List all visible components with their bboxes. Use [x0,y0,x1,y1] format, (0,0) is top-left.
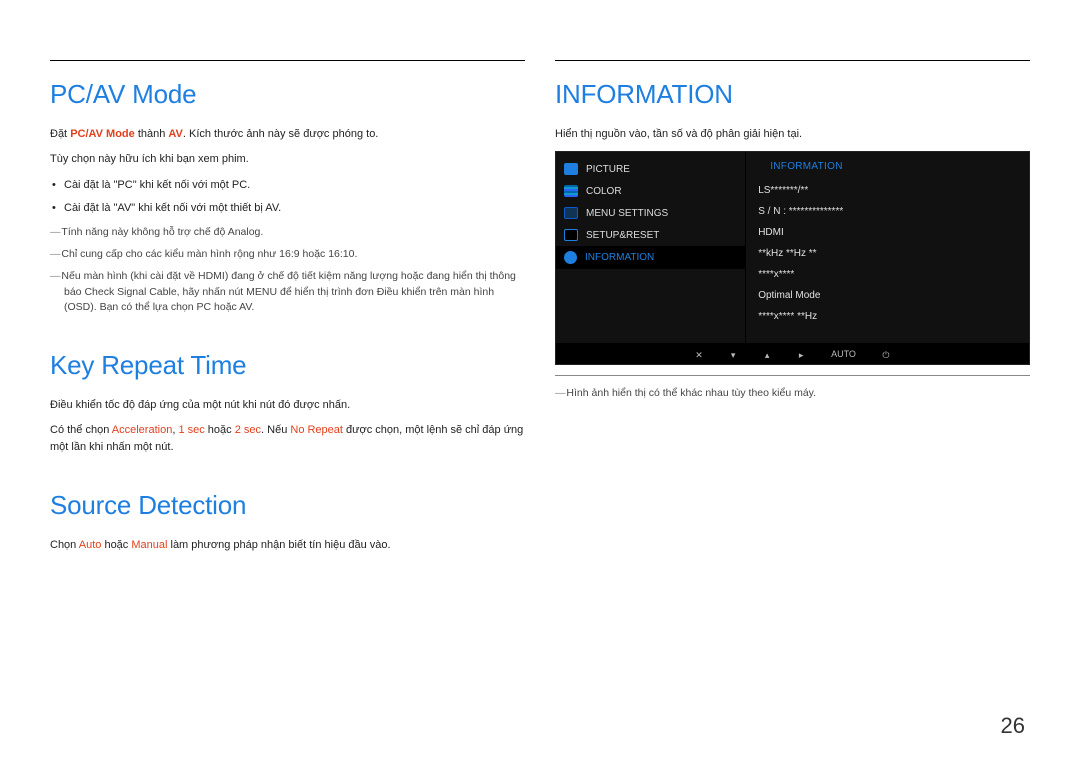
footnote-wide: Chỉ cung cấp cho các kiểu màn hình rộng … [50,247,525,263]
osd-label-information: INFORMATION [585,252,654,263]
info-icon [564,251,577,264]
txt: khi kết nối với một PC. [137,179,251,191]
highlight-2sec: 2 sec [235,424,261,436]
osd-info-line-4: **kHz **Hz ** [758,245,1019,262]
highlight-acceleration: Acceleration [112,424,173,436]
osd-info-line-8: ****x**** **Hz [758,308,1019,325]
pcav-para1: Đặt PC/AV Mode thành AV. Kích thước ảnh … [50,126,525,143]
osd-label-picture: PICTURE [586,164,630,175]
picture-icon [564,163,578,175]
txt: . Nếu [261,424,290,436]
section-information: INFORMATION Hiển thị nguồn vào, tần số v… [555,79,1030,401]
osd-label-setup-reset: SETUP&RESET [586,230,659,241]
info-desc: Hiển thị nguồn vào, tần số và độ phân gi… [555,126,1030,143]
highlight-pc-value: "PC" [114,179,137,191]
highlight-pcav: PC/AV Mode [70,128,135,140]
osd-sidebar: PICTURE COLOR MENU SETTINGS SETUP&R [556,152,745,343]
osd-label-menu-settings: MENU SETTINGS [586,208,668,219]
down-icon: ▾ [729,350,737,358]
txt: thành [135,128,169,140]
bullet-av: Cài đặt là "AV" khi kết nối với một thiế… [64,199,525,218]
txt: hoặc [205,424,235,436]
osd-info-line-3: HDMI [758,224,1019,241]
osd-info-line-1: S / N : ************** [758,203,1019,220]
osd-header: INFORMATION [758,158,1019,178]
osd-footer: ✕ ▾ ▴ ▸ AUTO ⏻ [556,345,1029,364]
section-pcav-mode: PC/AV Mode Đặt PC/AV Mode thành AV. Kích… [50,79,525,316]
section-source-detection: Source Detection Chọn Auto hoặc Manual l… [50,490,525,554]
right-icon: ▸ [797,350,805,358]
txt: khi kết nối với một thiết bị AV. [135,202,281,214]
txt: . Kích thước ảnh này sẽ được phóng to. [183,128,379,140]
highlight-av: AV [168,128,182,140]
pcav-para2: Tùy chọn này hữu ích khi bạn xem phim. [50,151,525,168]
txt: làm phương pháp nhận biết tín hiệu đầu v… [167,539,390,551]
pcav-bullets: Cài đặt là "PC" khi kết nối với một PC. … [50,176,525,217]
footnote-analog: Tính năng này không hỗ trợ chế độ Analog… [50,225,525,241]
txt: . [251,301,254,313]
highlight-pc: PC [197,301,212,313]
section-title-info: INFORMATION [555,79,1030,110]
highlight-check-signal: Check Signal Cable [84,286,176,298]
highlight-menu: MENU [246,286,277,298]
highlight-av-value: "AV" [114,202,136,214]
osd-label-color: COLOR [586,186,622,197]
bullet-pc: Cài đặt là "PC" khi kết nối với một PC. [64,176,525,195]
section-title-pcav: PC/AV Mode [50,79,525,110]
osd-info-line-7: Optimal Mode [758,287,1019,304]
close-icon: ✕ [695,350,703,358]
setup-reset-icon [564,229,578,241]
section-title-krt: Key Repeat Time [50,350,525,381]
highlight-analog: Analog [228,226,261,238]
txt: Đặt [50,128,70,140]
section-title-sd: Source Detection [50,490,525,521]
auto-label: AUTO [831,349,856,359]
krt-p1: Điều khiển tốc độ đáp ứng của một nút kh… [50,397,525,414]
txt: hoặc [211,301,239,313]
highlight-manual: Manual [131,539,167,551]
page-number: 26 [1001,713,1025,739]
txt: Cài đặt là [64,179,114,191]
osd-note: Hình ảnh hiển thị có thể khác nhau tùy t… [555,375,1030,401]
highlight-auto: Auto [79,539,102,551]
txt: Có thể chọn [50,424,112,436]
osd-item-menu-settings: MENU SETTINGS [556,202,745,224]
osd-info-line-0: LS*******/** [758,182,1019,199]
osd-panel: PICTURE COLOR MENU SETTINGS SETUP&R [555,151,1030,365]
osd-item-color: COLOR [556,180,745,202]
krt-p2: Có thể chọn Acceleration, 1 sec hoặc 2 s… [50,422,525,456]
txt: Cài đặt là [64,202,114,214]
power-icon: ⏻ [882,350,890,358]
footnote-hdmi: Nếu màn hình (khi cài đặt về HDMI) đang … [50,269,525,316]
section-key-repeat: Key Repeat Time Điều khiển tốc độ đáp ứn… [50,350,525,456]
color-icon [564,185,578,197]
sd-p: Chọn Auto hoặc Manual làm phương pháp nh… [50,537,525,554]
highlight-1sec: 1 sec [178,424,204,436]
menu-settings-icon [564,207,578,219]
osd-info-line-5: ****x**** [758,266,1019,283]
osd-item-setup-reset: SETUP&RESET [556,224,745,246]
osd-item-picture: PICTURE [556,158,745,180]
highlight-av2: AV [239,301,251,313]
txt: Tính năng này không hỗ trợ chế độ [61,226,227,238]
up-icon: ▴ [763,350,771,358]
txt: , hãy nhấn nút [177,286,246,298]
osd-item-information: INFORMATION [556,246,745,269]
highlight-norepeat: No Repeat [290,424,343,436]
osd-main-panel: INFORMATION LS*******/** S / N : *******… [745,152,1029,343]
txt: hoặc [101,539,131,551]
txt: . [260,226,263,238]
txt: Chọn [50,539,79,551]
